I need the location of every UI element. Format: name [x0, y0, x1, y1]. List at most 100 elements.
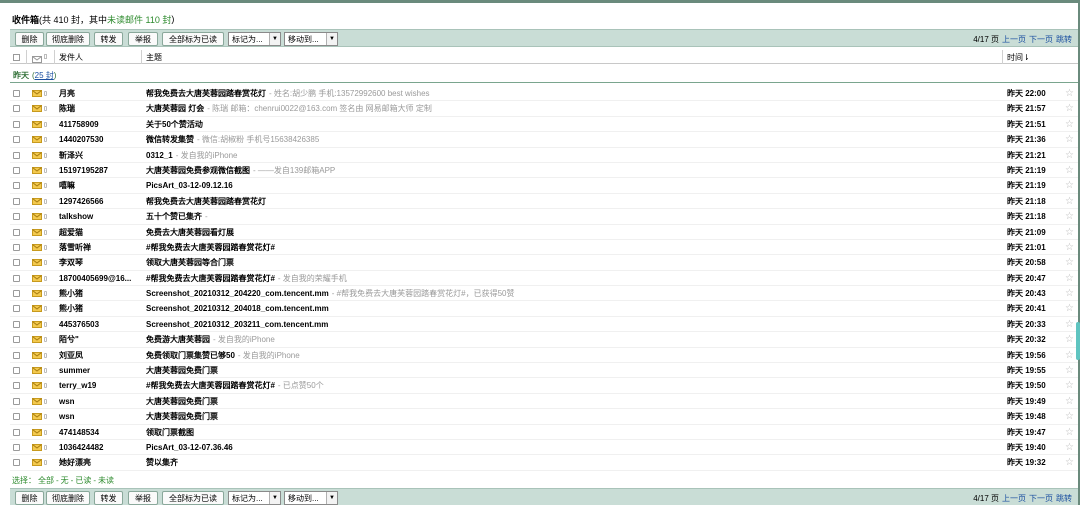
jump-page-link[interactable]: 跳转: [1056, 493, 1072, 504]
row-checkbox[interactable]: [13, 443, 20, 451]
email-subject[interactable]: 0312_1- 发自我的iPhone: [146, 148, 996, 163]
email-sender[interactable]: 1036424482: [59, 440, 147, 455]
row-checkbox[interactable]: [13, 382, 20, 390]
email-subject[interactable]: 领取大唐芙蓉园等合门票: [146, 255, 996, 270]
star-icon[interactable]: ☆: [1065, 455, 1074, 470]
table-row[interactable]: 1297426566 帮我免费去大唐芙蓉园踏春赏花灯 昨天 21:18 ☆: [10, 194, 1078, 210]
permanent-delete-button[interactable]: 彻底删除: [46, 32, 90, 46]
star-icon[interactable]: ☆: [1065, 301, 1074, 316]
row-checkbox[interactable]: [13, 397, 20, 405]
email-sender[interactable]: summer: [59, 363, 147, 378]
row-checkbox[interactable]: [13, 428, 20, 436]
star-icon[interactable]: ☆: [1065, 225, 1074, 240]
table-row[interactable]: 熊小猪 Screenshot_20210312_204018_com.tencen…: [10, 301, 1078, 317]
table-row[interactable]: 月亮 帮我免费去大唐芙蓉园踏春赏花灯 - 姓名:胡少鹏 手机:13572992600…: [10, 86, 1078, 102]
email-sender[interactable]: 刘亚凤: [59, 348, 147, 363]
star-icon[interactable]: ☆: [1065, 440, 1074, 455]
email-sender[interactable]: 嘻嘛: [59, 178, 147, 193]
email-subject[interactable]: 微信转发集赞 - 微信:胡椒粉 手机号15638426385: [146, 132, 996, 147]
star-icon[interactable]: ☆: [1065, 317, 1074, 332]
table-row[interactable]: 18700405699@16... #帮我免费去大唐芙蓉园踏春赏花灯# - 发自我的…: [10, 271, 1078, 287]
email-sender[interactable]: wsn: [59, 394, 147, 409]
row-checkbox[interactable]: [13, 90, 20, 97]
row-checkbox[interactable]: [13, 151, 20, 159]
email-subject[interactable]: 大唐芙蓉园免费门票: [146, 394, 996, 409]
forward-button[interactable]: 转发: [94, 491, 123, 505]
time-column-header[interactable]: 时间 ⇂: [1007, 51, 1030, 63]
email-subject[interactable]: PicsArt_03-12-07.36.46: [146, 440, 996, 455]
forward-button[interactable]: 转发: [94, 32, 123, 46]
email-sender[interactable]: 474148534: [59, 425, 147, 440]
star-icon[interactable]: ☆: [1065, 240, 1074, 255]
row-checkbox[interactable]: [13, 351, 20, 359]
star-icon[interactable]: ☆: [1065, 86, 1074, 101]
table-row[interactable]: 她好漂亮 赞以集齐 昨天 19:32 ☆: [10, 455, 1078, 471]
star-icon[interactable]: ☆: [1065, 209, 1074, 224]
email-sender[interactable]: 月亮: [59, 86, 147, 101]
email-sender[interactable]: 1440207530: [59, 132, 147, 147]
table-row[interactable]: wsn 大唐芙蓉园免费门票 昨天 19:48 ☆: [10, 409, 1078, 425]
email-subject[interactable]: 免费领取门票集赞已够50- 发自我的iPhone: [146, 348, 996, 363]
row-checkbox[interactable]: [13, 413, 20, 421]
row-checkbox[interactable]: [13, 459, 20, 467]
table-row[interactable]: 刘亚凤 免费领取门票集赞已够50- 发自我的iPhone 昨天 19:56 ☆: [10, 348, 1078, 364]
row-checkbox[interactable]: [13, 274, 20, 282]
email-sender[interactable]: 熊小猪: [59, 301, 147, 316]
email-sender[interactable]: 陈瑞: [59, 101, 147, 116]
row-checkbox[interactable]: [13, 213, 20, 221]
move-to-select[interactable]: 移动到... ▼: [284, 491, 338, 505]
row-checkbox[interactable]: [13, 197, 20, 205]
star-icon[interactable]: ☆: [1065, 425, 1074, 440]
star-icon[interactable]: ☆: [1065, 148, 1074, 163]
table-row[interactable]: 陌兮" 免费游大唐芙蓉园 - 发自我的iPhone 昨天 20:32 ☆: [10, 332, 1078, 348]
email-subject[interactable]: Screenshot_20210312_204220_com.tencent.m…: [146, 286, 996, 301]
star-icon[interactable]: ☆: [1065, 255, 1074, 270]
email-subject[interactable]: #帮我免费去大唐芙蓉园踏春赏花灯# - 已点赞50个: [146, 378, 996, 393]
mark-all-read-button[interactable]: 全部标为已读: [162, 491, 224, 505]
group-count-link[interactable]: 25 封: [35, 71, 54, 80]
select-read-link[interactable]: 已读: [75, 475, 91, 486]
mark-all-read-button[interactable]: 全部标为已读: [162, 32, 224, 46]
email-subject[interactable]: Screenshot_20210312_203211_com.tencent.m…: [146, 317, 996, 332]
table-row[interactable]: 411758909 关于50个赞活动 昨天 21:51 ☆: [10, 117, 1078, 133]
star-icon[interactable]: ☆: [1065, 378, 1074, 393]
email-sender[interactable]: 超爱猫: [59, 225, 147, 240]
row-checkbox[interactable]: [13, 320, 20, 328]
delete-button[interactable]: 删除: [15, 491, 44, 505]
table-row[interactable]: terry_w19 #帮我免费去大唐芙蓉园踏春赏花灯# - 已点赞50个 昨天 19:…: [10, 378, 1078, 394]
row-checkbox[interactable]: [13, 166, 20, 174]
email-subject[interactable]: 免费游大唐芙蓉园 - 发自我的iPhone: [146, 332, 996, 347]
subject-column-header[interactable]: 主题: [146, 51, 162, 63]
table-row[interactable]: 445376503 Screenshot_20210312_203211_com.…: [10, 317, 1078, 333]
row-checkbox[interactable]: [13, 243, 20, 251]
email-sender[interactable]: 靳泽兴: [59, 148, 147, 163]
mark-as-select[interactable]: 标记为... ▼: [228, 32, 281, 46]
star-icon[interactable]: ☆: [1065, 163, 1074, 178]
star-icon[interactable]: ☆: [1065, 332, 1074, 347]
table-row[interactable]: 陈瑞 大唐芙蓉园 灯会 - 陈瑞 邮箱：chenrui0022@163.com 签名…: [10, 101, 1078, 117]
table-row[interactable]: summer 大唐芙蓉园免费门票 昨天 19:55 ☆: [10, 363, 1078, 379]
star-icon[interactable]: ☆: [1065, 409, 1074, 424]
star-icon[interactable]: ☆: [1065, 286, 1074, 301]
email-subject[interactable]: 大唐芙蓉园免费门票: [146, 409, 996, 424]
email-sender[interactable]: 陌兮": [59, 332, 147, 347]
email-sender[interactable]: 熊小猪: [59, 286, 147, 301]
email-subject[interactable]: 帮我免费去大唐芙蓉园踏春赏花灯: [146, 194, 996, 209]
email-subject[interactable]: 大唐芙蓉园免费门票: [146, 363, 996, 378]
mark-as-select[interactable]: 标记为... ▼: [228, 491, 281, 505]
select-unread-link[interactable]: 未读: [98, 475, 114, 486]
row-checkbox[interactable]: [13, 290, 20, 298]
table-row[interactable]: 李双琴 领取大唐芙蓉园等合门票 昨天 20:58 ☆: [10, 255, 1078, 271]
select-all-link[interactable]: 全部: [38, 475, 54, 486]
email-sender[interactable]: terry_w19: [59, 378, 147, 393]
email-sender[interactable]: 落雪听禅: [59, 240, 147, 255]
email-sender[interactable]: 15197195287: [59, 163, 147, 178]
star-icon[interactable]: ☆: [1065, 194, 1074, 209]
email-sender[interactable]: talkshow: [59, 209, 147, 224]
read-status-column[interactable]: [32, 53, 42, 65]
email-subject[interactable]: 领取门票截图: [146, 425, 996, 440]
sender-column-header[interactable]: 发件人: [59, 51, 83, 63]
email-subject[interactable]: #帮我免费去大唐芙蓉园踏春赏花灯# - 发自我的荣耀手机: [146, 271, 996, 286]
email-subject[interactable]: 帮我免费去大唐芙蓉园踏春赏花灯 - 姓名:胡少鹏 手机:13572992600 b…: [146, 86, 996, 101]
email-sender[interactable]: 1297426566: [59, 194, 147, 209]
